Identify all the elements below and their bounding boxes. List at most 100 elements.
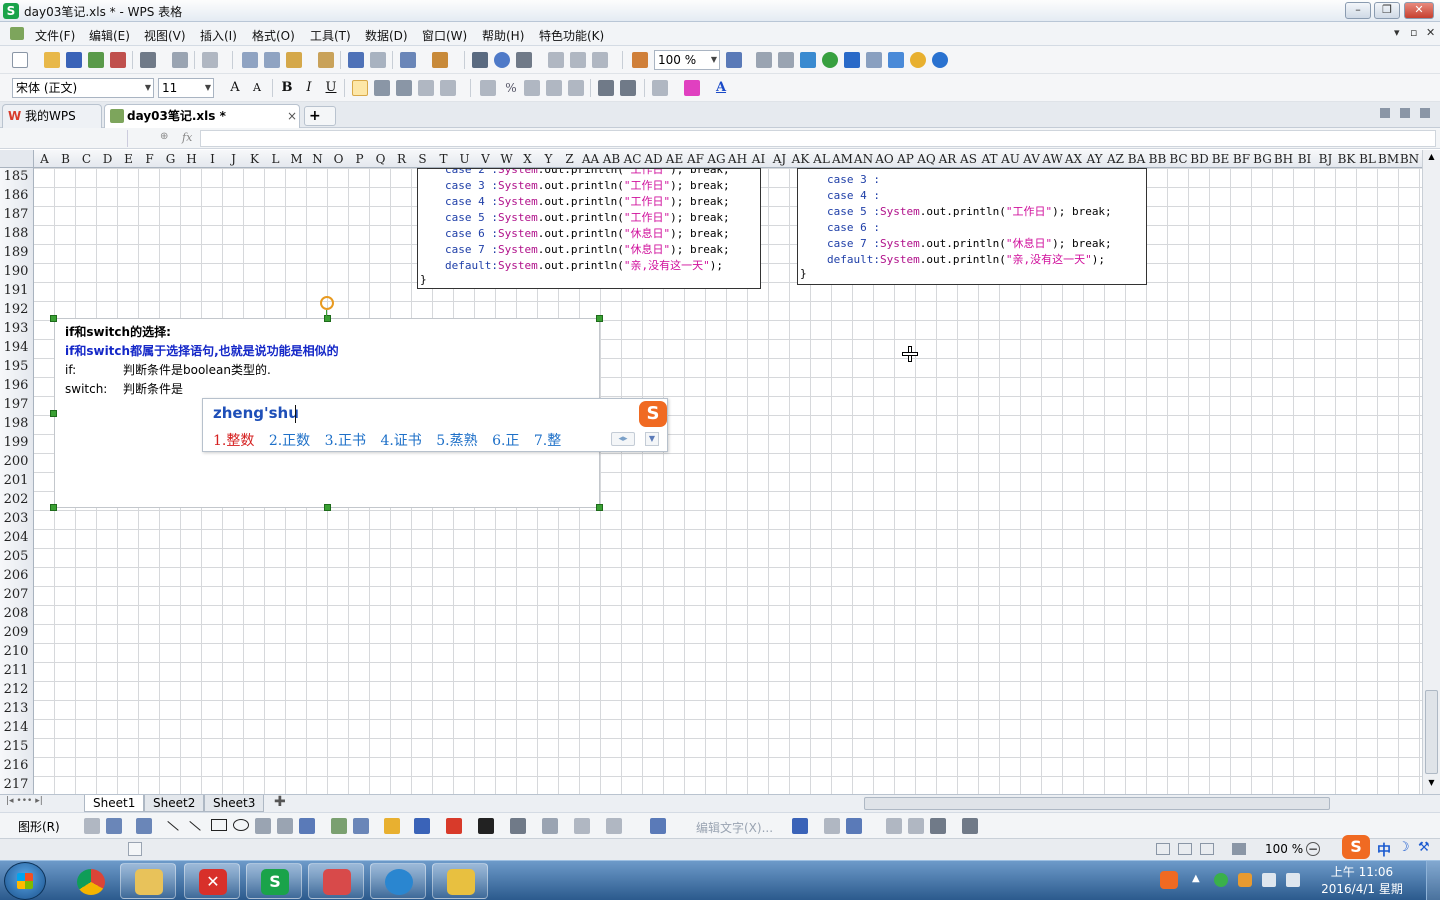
taskbar-xmind[interactable]: ✕ (184, 863, 240, 899)
select-objects-icon[interactable] (84, 818, 100, 834)
wrap-icon[interactable] (792, 818, 808, 834)
row-header[interactable]: 201 (0, 473, 32, 488)
column-header[interactable]: U (454, 152, 475, 166)
taskbar-app-4[interactable] (308, 863, 364, 899)
taskbar-chrome[interactable] (62, 863, 118, 899)
sheet-tab-2[interactable]: Sheet2 (144, 795, 205, 812)
clipart-icon[interactable] (353, 818, 369, 834)
ime-page-arrows-icon[interactable]: ◂▸ (611, 432, 635, 446)
wordart-style-icon[interactable] (650, 818, 666, 834)
borders-icon[interactable] (652, 80, 668, 96)
column-header[interactable]: BI (1294, 152, 1315, 166)
fill-bucket-icon[interactable] (384, 818, 400, 834)
column-header[interactable]: AK (790, 152, 811, 166)
align-left-icon[interactable] (352, 80, 368, 96)
menu-tools[interactable]: 工具(T) (310, 27, 351, 44)
document-icon[interactable] (10, 27, 24, 40)
print-preview-icon[interactable] (172, 52, 188, 68)
resize-handle-top-right[interactable] (596, 315, 603, 322)
menu-file[interactable]: 文件(F) (35, 27, 75, 44)
column-header[interactable]: K (244, 152, 265, 166)
ime-candidate[interactable]: 4.证书 (380, 433, 421, 449)
decrease-decimal-icon[interactable] (568, 80, 584, 96)
column-header[interactable]: AF (685, 152, 706, 166)
autosum-icon[interactable] (516, 52, 532, 68)
column-header[interactable]: J (223, 152, 244, 166)
column-header[interactable]: AI (748, 152, 769, 166)
column-header[interactable]: I (202, 152, 223, 166)
moon-icon[interactable]: ☽ (1398, 840, 1410, 855)
percent-button[interactable]: % (502, 79, 520, 97)
vertical-scroll-thumb[interactable] (1425, 690, 1438, 774)
taskbar-clock[interactable]: 上午 11:06 2016/4/1 星期五 (1320, 864, 1404, 900)
font-name-select[interactable]: 宋体 (正文) ▼ (12, 78, 154, 98)
ime-expand-icon[interactable]: ▼ (645, 432, 659, 446)
scroll-up-icon[interactable]: ▲ (1425, 152, 1438, 165)
column-header[interactable]: V (475, 152, 496, 166)
select-multiple-icon[interactable] (106, 818, 122, 834)
paste-icon[interactable] (286, 52, 302, 68)
tab-menu-icon[interactable] (1420, 108, 1430, 118)
column-header[interactable]: AJ (769, 152, 790, 166)
textbox-tool-icon[interactable] (255, 818, 271, 834)
column-header[interactable]: W (496, 152, 517, 166)
rotate-handle-icon[interactable] (320, 296, 334, 310)
network-icon[interactable] (1262, 873, 1276, 887)
row-header[interactable]: 195 (0, 359, 32, 374)
align-right-icon[interactable] (396, 80, 412, 96)
tray-app-icon[interactable] (1238, 873, 1252, 887)
new-tab-button[interactable]: + (304, 106, 336, 126)
column-header[interactable]: D (97, 152, 118, 166)
shrink-font-icon[interactable]: A (248, 79, 266, 97)
column-header[interactable]: BF (1231, 152, 1252, 166)
row-header[interactable]: 211 (0, 663, 32, 678)
increase-decimal-icon[interactable] (546, 80, 562, 96)
row-header[interactable]: 217 (0, 777, 32, 792)
column-header[interactable]: AX (1063, 152, 1084, 166)
column-header[interactable]: AU (1000, 152, 1021, 166)
row-header[interactable]: 207 (0, 587, 32, 602)
column-header[interactable]: AE (664, 152, 685, 166)
menu-special-features[interactable]: 特色功能(K) (539, 27, 604, 44)
row-header[interactable]: 206 (0, 568, 32, 583)
ime-candidate[interactable]: 1.整数 (213, 433, 254, 449)
column-header[interactable]: AP (895, 152, 916, 166)
export-icon[interactable] (88, 52, 104, 68)
function-wizard-button[interactable]: fx (182, 131, 192, 144)
spellcheck-icon[interactable] (778, 52, 794, 68)
line-style-icon[interactable] (478, 818, 494, 834)
ime-candidate-window[interactable]: zheng'shu 1.整数 2.正数 3.正书 4.证书 5.蒸熟 6.正 7… (202, 398, 668, 452)
column-header[interactable]: X (517, 152, 538, 166)
shapes-menu[interactable]: 图形(R) (18, 818, 60, 835)
volume-icon[interactable] (1286, 873, 1300, 887)
formula-input[interactable] (200, 130, 1436, 147)
taskbar-app-6[interactable] (432, 863, 488, 899)
normal-view-icon[interactable] (1156, 843, 1170, 855)
text-direction-icon[interactable] (886, 818, 902, 834)
column-header[interactable]: AR (937, 152, 958, 166)
row-header[interactable]: 191 (0, 283, 32, 298)
row-header[interactable]: 216 (0, 758, 32, 773)
menu-edit[interactable]: 编辑(E) (89, 27, 130, 44)
show-desktop-button[interactable] (1426, 861, 1440, 900)
row-header[interactable]: 199 (0, 435, 32, 450)
sogou-toolbar-icon[interactable]: S (1342, 835, 1370, 859)
row-header[interactable]: 205 (0, 549, 32, 564)
column-header[interactable]: AC (622, 152, 643, 166)
sheet-tab-1[interactable]: Sheet1 (84, 795, 145, 812)
filter-icon[interactable] (592, 52, 608, 68)
cut-icon[interactable] (242, 52, 258, 68)
freeze-panes-icon[interactable] (726, 52, 742, 68)
row-header[interactable]: 190 (0, 264, 32, 279)
column-header[interactable]: AO (874, 152, 895, 166)
zoom-select[interactable]: 100 % ▼ (654, 50, 720, 70)
font-color-icon[interactable]: A (712, 79, 730, 97)
resize-handle-bottom[interactable] (324, 504, 331, 511)
column-header[interactable]: AW (1042, 152, 1063, 166)
arrange-icon[interactable] (136, 818, 152, 834)
add-sheet-icon[interactable]: ✚ (274, 794, 286, 810)
row-header[interactable]: 192 (0, 302, 32, 317)
sort-ascending-icon[interactable] (548, 52, 564, 68)
zoom-out-icon[interactable]: − (1306, 842, 1320, 856)
menu-help[interactable]: 帮助(H) (482, 27, 524, 44)
